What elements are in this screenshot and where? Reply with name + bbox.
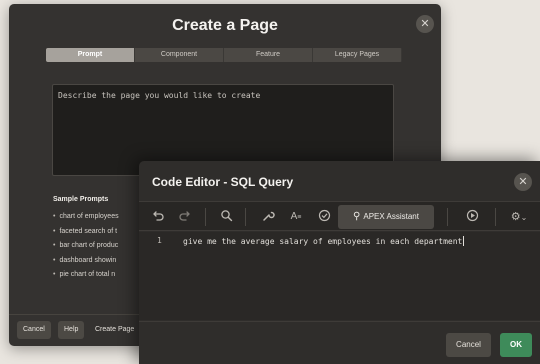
- tab-legacy-pages[interactable]: Legacy Pages: [313, 48, 402, 62]
- magic-wand-icon: ⚲: [353, 211, 361, 222]
- undo-icon[interactable]: [150, 209, 166, 225]
- ok-button[interactable]: OK: [500, 333, 532, 357]
- redo-icon[interactable]: [176, 209, 192, 225]
- create-page-title: Create a Page: [172, 17, 278, 34]
- code-editor-title: Code Editor - SQL Query: [152, 175, 294, 189]
- search-icon[interactable]: [218, 209, 234, 225]
- check-circle-icon[interactable]: [316, 209, 332, 225]
- tab-prompt[interactable]: Prompt: [46, 48, 135, 62]
- code-line[interactable]: give me the average salary of employees …: [183, 236, 465, 246]
- apex-assistant-button[interactable]: ⚲ APEX Assistant: [338, 205, 434, 229]
- toolbar-divider: [245, 208, 246, 226]
- play-icon[interactable]: [464, 209, 480, 225]
- sample-prompts-list: chart of employees faceted search of t b…: [53, 210, 119, 283]
- sample-prompt-item[interactable]: bar chart of produc: [53, 239, 119, 254]
- toolbar-divider: [495, 208, 496, 226]
- gear-icon[interactable]: ⚙⌄: [507, 209, 531, 225]
- sample-prompt-item[interactable]: chart of employees: [53, 210, 118, 225]
- code-text: give me the average salary of employees …: [183, 237, 463, 246]
- toolbar-divider: [447, 208, 448, 226]
- code-editor-toolbar: A≡ ⚲ APEX Assistant ⚙⌄: [139, 201, 540, 231]
- sample-prompt-item[interactable]: dashboard showin: [53, 254, 119, 269]
- create-page-tabs: Prompt Component Feature Legacy Pages: [46, 48, 402, 62]
- code-editor-footer: Cancel OK: [139, 321, 540, 364]
- help-button[interactable]: Help: [58, 321, 85, 339]
- sample-prompt-item[interactable]: faceted search of t: [53, 225, 119, 240]
- code-editor[interactable]: 1 give me the average salary of employee…: [139, 232, 540, 320]
- create-page-button[interactable]: Create Page: [91, 321, 138, 339]
- text-caret: [463, 236, 465, 246]
- code-editor-dialog: Code Editor - SQL Query ✕ A≡ ⚲ APEX Assis…: [139, 161, 540, 364]
- sample-prompts-heading: Sample Prompts: [53, 196, 109, 203]
- tab-component[interactable]: Component: [135, 48, 224, 62]
- cancel-button[interactable]: Cancel: [17, 321, 51, 339]
- apex-assistant-label: APEX Assistant: [363, 212, 419, 221]
- toolbar-divider: [205, 208, 206, 226]
- wrench-icon[interactable]: [260, 209, 276, 225]
- cancel-button[interactable]: Cancel: [446, 333, 491, 357]
- format-icon[interactable]: A≡: [287, 209, 305, 225]
- chevron-down-icon: ⌄: [520, 213, 528, 222]
- close-icon[interactable]: ✕: [514, 173, 532, 191]
- close-icon[interactable]: ✕: [416, 15, 434, 33]
- tab-feature[interactable]: Feature: [224, 48, 313, 62]
- sample-prompt-item[interactable]: pie chart of total n: [53, 268, 119, 283]
- line-number: 1: [157, 236, 162, 245]
